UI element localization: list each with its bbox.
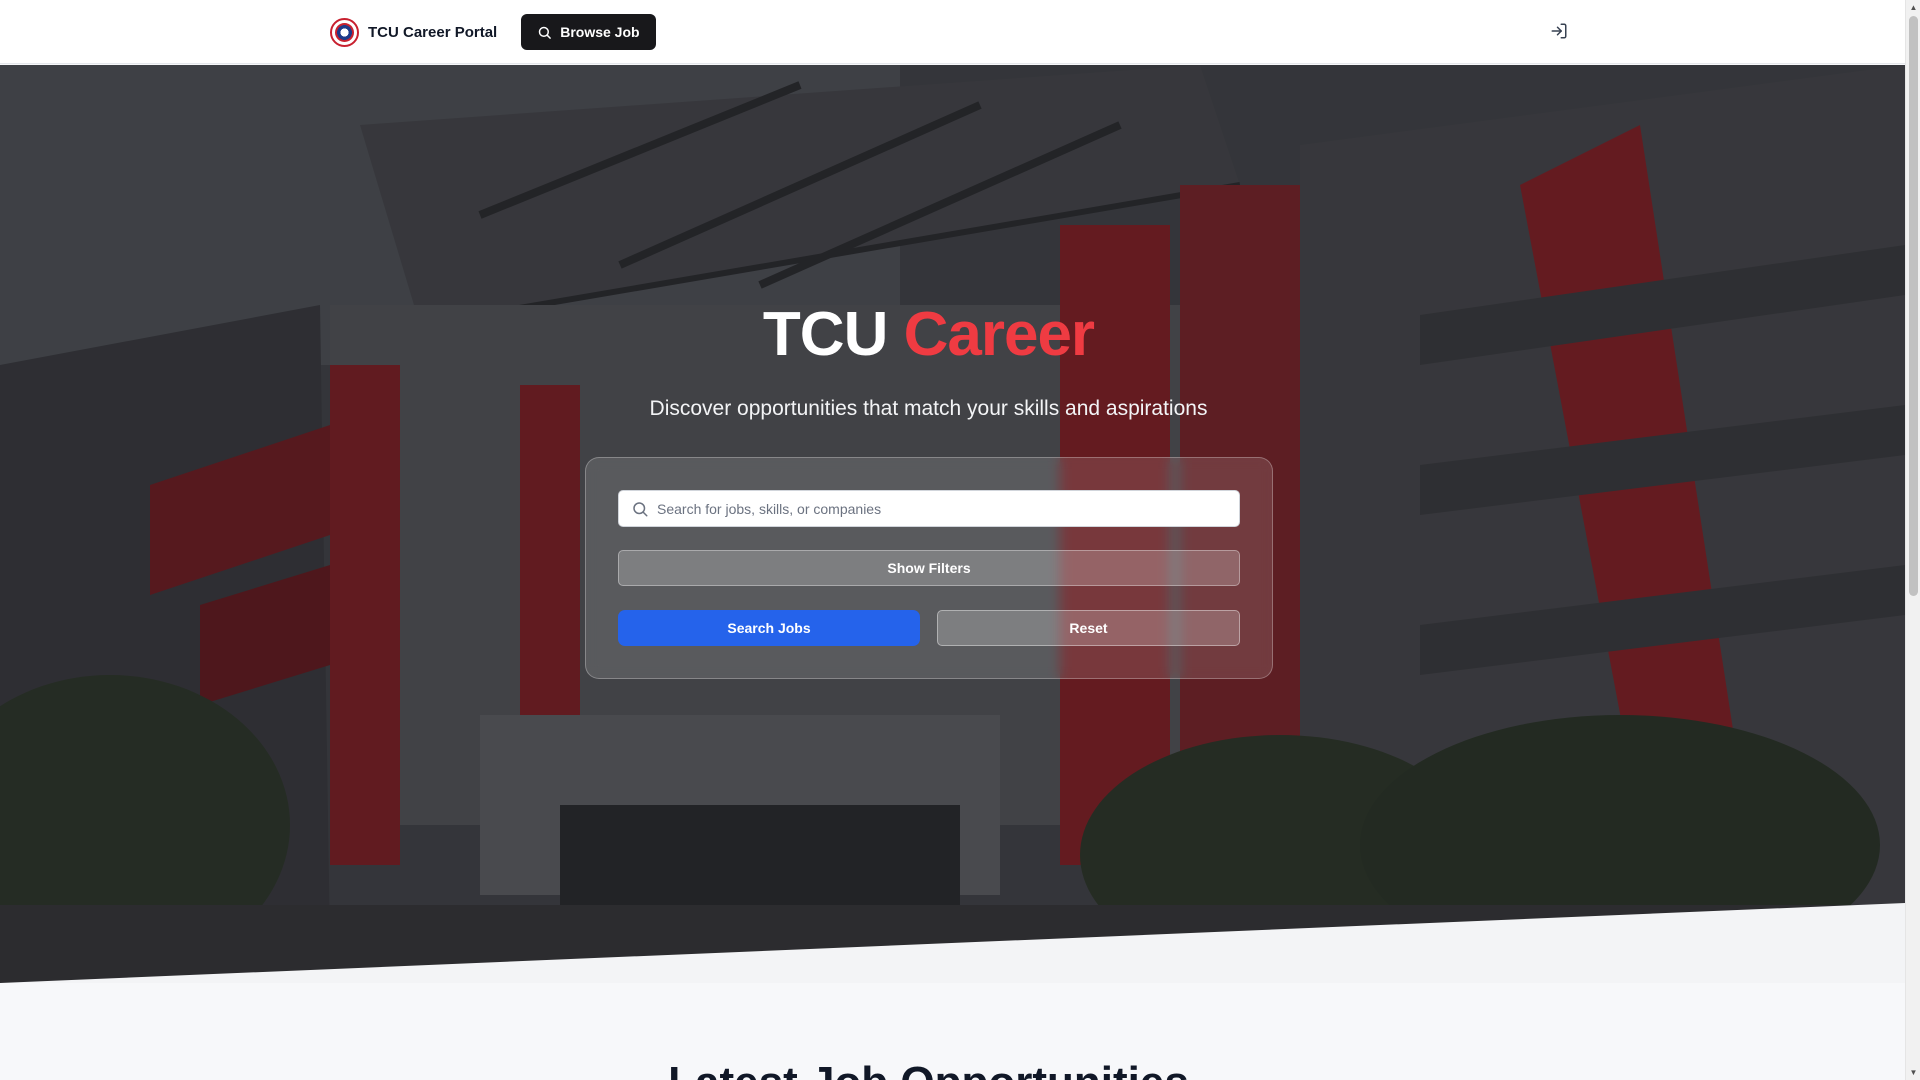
search-icon [538, 26, 552, 39]
log-in-icon[interactable] [1550, 22, 1568, 40]
browse-job-button[interactable]: Browse Job [521, 14, 656, 50]
search-jobs-button[interactable]: Search Jobs [618, 610, 920, 646]
search-card: Show Filters Search Jobs Reset [585, 457, 1273, 679]
scrollbar-thumb[interactable] [1909, 16, 1918, 596]
show-filters-button[interactable]: Show Filters [618, 550, 1240, 586]
hero-title-main: TCU [762, 300, 888, 369]
page: TCU Career Portal Browse Job TCU Career … [0, 0, 1920, 1080]
hero-title: TCU Career [0, 299, 1857, 370]
hero-title-accent: Career [903, 300, 1095, 369]
brand[interactable]: TCU Career Portal [330, 17, 498, 47]
latest-jobs-heading: Latest Job Opportunities [0, 1058, 1857, 1080]
scroll-up-arrow-icon[interactable]: ▲ [1906, 0, 1920, 15]
hero-subtitle: Discover opportunities that match your s… [649, 397, 1208, 420]
tcu-logo [330, 17, 359, 47]
search-input[interactable] [649, 491, 1239, 526]
navbar: TCU Career Portal Browse Job [0, 0, 1905, 64]
brand-name: TCU Career Portal [368, 23, 498, 41]
scroll-down-arrow-icon[interactable]: ▼ [1906, 1065, 1920, 1080]
search-icon [633, 501, 648, 516]
navbar-inner: TCU Career Portal Browse Job [330, 0, 1568, 64]
hero-section: TCU Career Discover opportunities that m… [0, 65, 1905, 983]
browse-job-label: Browse Job [560, 24, 640, 40]
page-scrollbar[interactable]: ▲ ▼ [1905, 0, 1920, 1080]
reset-button[interactable]: Reset [937, 610, 1240, 646]
hero-bottom-curve [0, 903, 1905, 983]
search-box[interactable] [618, 490, 1240, 527]
